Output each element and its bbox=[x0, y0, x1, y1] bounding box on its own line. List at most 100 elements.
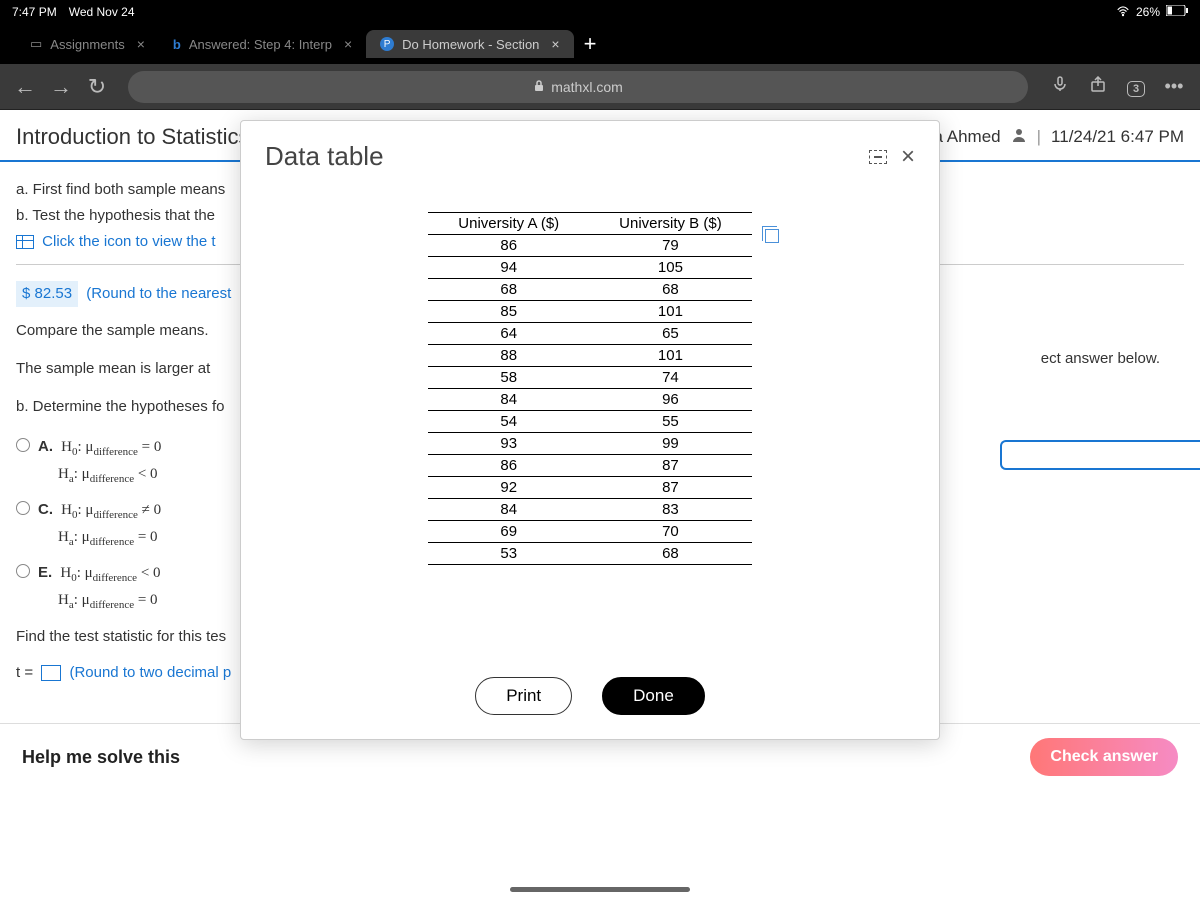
data-table: University A ($) University B ($) 867994… bbox=[428, 212, 751, 565]
table-cell: 54 bbox=[428, 411, 589, 433]
status-date: Wed Nov 24 bbox=[69, 5, 135, 19]
option-h0: H0: μdifference ≠ 0 bbox=[61, 502, 161, 518]
lock-icon bbox=[533, 79, 545, 95]
modal-title: Data table bbox=[265, 141, 384, 172]
table-cell: 70 bbox=[589, 521, 752, 543]
radio-icon[interactable] bbox=[16, 438, 30, 452]
table-icon[interactable] bbox=[16, 235, 34, 249]
table-row: 8679 bbox=[428, 235, 751, 257]
user-icon[interactable] bbox=[1011, 127, 1027, 148]
battery-icon bbox=[1166, 5, 1188, 19]
forward-button[interactable]: → bbox=[46, 74, 76, 100]
answer-dropdown[interactable] bbox=[1000, 440, 1200, 470]
table-cell: 68 bbox=[428, 279, 589, 301]
table-row: 8496 bbox=[428, 389, 751, 411]
tabs-button[interactable]: 3 bbox=[1120, 76, 1152, 97]
option-h0: H0: μdifference = 0 bbox=[61, 439, 161, 455]
close-icon[interactable]: × bbox=[137, 36, 145, 52]
address-host: mathxl.com bbox=[551, 79, 623, 95]
back-button[interactable]: ← bbox=[10, 74, 40, 100]
reload-button[interactable]: ↻ bbox=[82, 74, 112, 100]
option-ha: Ha: μdifference = 0 bbox=[58, 529, 158, 545]
col-header-a: University A ($) bbox=[428, 213, 589, 235]
tab-bartleby[interactable]: b Answered: Step 4: Interp × bbox=[159, 30, 366, 58]
table-cell: 58 bbox=[428, 367, 589, 389]
table-row: 6868 bbox=[428, 279, 751, 301]
check-answer-button[interactable]: Check answer bbox=[1030, 738, 1178, 776]
table-cell: 69 bbox=[428, 521, 589, 543]
table-cell: 68 bbox=[589, 543, 752, 565]
table-cell: 64 bbox=[428, 323, 589, 345]
view-table-link[interactable]: Click the icon to view the t bbox=[42, 233, 215, 250]
status-time: 7:47 PM bbox=[12, 5, 57, 19]
data-table-modal: Data table × University A ($) University… bbox=[240, 120, 940, 740]
address-bar[interactable]: mathxl.com bbox=[128, 71, 1028, 103]
tab-label: Answered: Step 4: Interp bbox=[189, 37, 332, 52]
t-round-hint: (Round to two decimal p bbox=[69, 664, 231, 681]
pearson-icon: P bbox=[380, 37, 394, 51]
t-prefix: t = bbox=[16, 664, 33, 681]
option-letter: C. bbox=[38, 501, 53, 518]
print-button[interactable]: Print bbox=[475, 677, 572, 715]
table-cell: 55 bbox=[589, 411, 752, 433]
mic-icon[interactable] bbox=[1044, 76, 1076, 97]
answer-value[interactable]: $ 82.53 bbox=[16, 281, 78, 307]
more-icon[interactable]: ••• bbox=[1158, 76, 1190, 97]
option-ha: Ha: μdifference = 0 bbox=[58, 592, 158, 608]
table-cell: 79 bbox=[589, 235, 752, 257]
table-row: 85101 bbox=[428, 301, 751, 323]
t-input[interactable] bbox=[41, 665, 61, 681]
page-datetime: 11/24/21 6:47 PM bbox=[1051, 127, 1184, 147]
table-cell: 53 bbox=[428, 543, 589, 565]
status-bar: 7:47 PM Wed Nov 24 26% bbox=[0, 0, 1200, 24]
table-cell: 96 bbox=[589, 389, 752, 411]
tab-label: Do Homework - Section bbox=[402, 37, 539, 52]
help-link[interactable]: Help me solve this bbox=[22, 747, 180, 768]
table-row: 8483 bbox=[428, 499, 751, 521]
option-ha: Ha: μdifference < 0 bbox=[58, 466, 158, 482]
minimize-icon[interactable] bbox=[869, 150, 887, 164]
table-cell: 94 bbox=[428, 257, 589, 279]
table-cell: 83 bbox=[589, 499, 752, 521]
table-cell: 86 bbox=[428, 455, 589, 477]
share-icon[interactable] bbox=[1082, 76, 1114, 97]
table-cell: 74 bbox=[589, 367, 752, 389]
table-cell: 105 bbox=[589, 257, 752, 279]
table-cell: 101 bbox=[589, 345, 752, 367]
new-tab-button[interactable]: + bbox=[584, 31, 597, 57]
table-row: 5455 bbox=[428, 411, 751, 433]
page-content: Introduction to Statistics - 71766 Muna … bbox=[0, 110, 1200, 900]
table-cell: 87 bbox=[589, 477, 752, 499]
copy-icon[interactable] bbox=[765, 229, 779, 243]
table-cell: 85 bbox=[428, 301, 589, 323]
table-cell: 86 bbox=[428, 235, 589, 257]
radio-icon[interactable] bbox=[16, 564, 30, 578]
table-row: 6970 bbox=[428, 521, 751, 543]
battery-percent: 26% bbox=[1136, 5, 1160, 19]
browser-toolbar: ← → ↻ mathxl.com 3 ••• bbox=[0, 64, 1200, 110]
table-cell: 68 bbox=[589, 279, 752, 301]
option-letter: A. bbox=[38, 438, 53, 455]
col-header-b: University B ($) bbox=[589, 213, 752, 235]
table-cell: 101 bbox=[589, 301, 752, 323]
radio-icon[interactable] bbox=[16, 501, 30, 515]
tab-label: Assignments bbox=[50, 37, 124, 52]
table-cell: 92 bbox=[428, 477, 589, 499]
table-cell: 84 bbox=[428, 499, 589, 521]
browser-tab-strip: ▭ Assignments × b Answered: Step 4: Inte… bbox=[0, 24, 1200, 64]
done-button[interactable]: Done bbox=[602, 677, 705, 715]
table-cell: 99 bbox=[589, 433, 752, 455]
tab-assignments[interactable]: ▭ Assignments × bbox=[16, 30, 159, 58]
tab-homework[interactable]: P Do Homework - Section × bbox=[366, 30, 573, 58]
table-row: 94105 bbox=[428, 257, 751, 279]
close-icon[interactable]: × bbox=[901, 143, 915, 171]
table-row: 88101 bbox=[428, 345, 751, 367]
close-icon[interactable]: × bbox=[551, 36, 559, 52]
option-letter: E. bbox=[38, 564, 52, 581]
doc-icon: ▭ bbox=[30, 36, 42, 52]
table-row: 9287 bbox=[428, 477, 751, 499]
close-icon[interactable]: × bbox=[344, 36, 352, 52]
divider: | bbox=[1037, 127, 1041, 147]
table-row: 5874 bbox=[428, 367, 751, 389]
right-hint-text: ect answer below. bbox=[1041, 350, 1160, 367]
